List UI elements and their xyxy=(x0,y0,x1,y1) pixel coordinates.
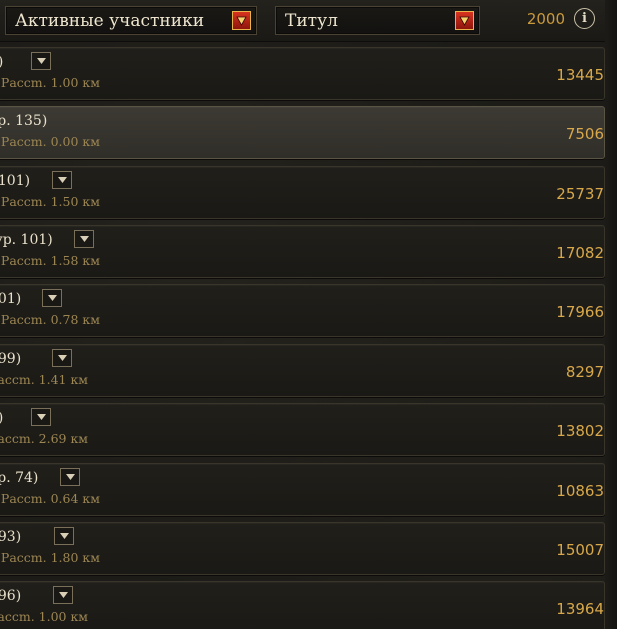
member-name: 6) xyxy=(0,410,3,426)
member-row[interactable]: 6) 1 Рассm. 1.00 км 13445 xyxy=(0,47,605,100)
member-distance: 6 Рассm. 0.64 км xyxy=(0,491,100,506)
member-distance: 1 Рассm. 1.00 км xyxy=(0,75,100,90)
member-name: 6) xyxy=(0,54,3,70)
member-power-value: 17082 xyxy=(556,243,604,262)
member-power: 17966 xyxy=(484,285,604,338)
member-options-chevron-icon[interactable] xyxy=(52,171,72,189)
member-distance: 1 Рассm. 1.80 км xyxy=(0,550,100,565)
member-row[interactable]: . 93) 1 Рассm. 1.80 км 15007 xyxy=(0,522,605,575)
member-distance: 1 Рассm. 1.50 км xyxy=(0,194,100,209)
title-dropdown[interactable]: Титул xyxy=(275,6,480,35)
member-distance: Рассm. 1.00 км xyxy=(0,609,89,624)
member-name: . 96) xyxy=(0,588,22,604)
member-row[interactable]: (ур. 101) 6 Рассm. 1.58 км 17082 xyxy=(0,225,605,278)
member-power: 13964 xyxy=(484,582,604,629)
member-distance: 6 Рассm. 1.58 км xyxy=(0,253,100,268)
member-name: . 101) xyxy=(0,173,31,189)
member-power-value: 13964 xyxy=(556,599,604,618)
member-name: . 93) xyxy=(0,529,22,545)
alliance-members-panel: Активные участники Титул 2000 i 6) 1 Рас… xyxy=(0,0,617,629)
member-distance: 1 Рассm. 0.00 км xyxy=(0,134,100,149)
member-options-chevron-icon[interactable] xyxy=(74,230,94,248)
member-power-value: 8297 xyxy=(565,362,604,381)
member-name: . 99) xyxy=(0,351,22,367)
member-options-chevron-icon[interactable] xyxy=(53,586,73,604)
member-power-value: 15007 xyxy=(556,540,604,559)
member-distance: 5 Рассm. 0.78 км xyxy=(0,312,100,327)
member-power-value: 17966 xyxy=(556,302,604,321)
member-name: (ур. 101) xyxy=(0,232,53,248)
member-options-chevron-icon[interactable] xyxy=(60,468,80,486)
member-row[interactable]: 6) Рассm. 2.69 км 13802 xyxy=(0,403,605,456)
chevron-down-icon[interactable] xyxy=(232,11,251,30)
member-name: ур. 74) xyxy=(0,470,39,486)
member-options-chevron-icon[interactable] xyxy=(31,52,51,70)
member-power-value: 7506 xyxy=(565,124,604,143)
member-options-chevron-icon[interactable] xyxy=(52,349,72,367)
member-name: 101) xyxy=(0,291,22,307)
member-power-value: 25737 xyxy=(556,184,604,203)
member-power: 10863 xyxy=(484,464,604,517)
member-name: ур. 135) xyxy=(0,113,48,129)
member-row[interactable]: . 96) Рассm. 1.00 км 13964 xyxy=(0,581,605,629)
chevron-down-icon[interactable] xyxy=(455,11,474,30)
member-row[interactable]: ур. 74) 6 Рассm. 0.64 км 10863 xyxy=(0,463,605,516)
member-power-value: 13802 xyxy=(556,421,604,440)
member-distance: Рассm. 2.69 км xyxy=(0,431,89,446)
member-power-value: 13445 xyxy=(556,65,604,84)
member-power: 15007 xyxy=(484,523,604,576)
member-options-chevron-icon[interactable] xyxy=(42,289,62,307)
member-power: 13802 xyxy=(484,404,604,457)
member-row[interactable]: . 99) Рассm. 1.41 км 8297 xyxy=(0,344,605,397)
member-power: 13445 xyxy=(484,48,604,101)
member-row-selected[interactable]: ур. 135) 1 Рассm. 0.00 км 7506 xyxy=(0,106,605,159)
member-filter-dropdown[interactable]: Активные участники xyxy=(5,6,257,35)
member-row[interactable]: 101) 5 Рассm. 0.78 км 17966 xyxy=(0,284,605,337)
member-power-value: 10863 xyxy=(556,481,604,500)
member-filter-label: Активные участники xyxy=(15,10,205,31)
panel-right-edge xyxy=(605,0,617,629)
member-options-chevron-icon[interactable] xyxy=(54,527,74,545)
header-bar: Активные участники Титул 2000 i xyxy=(0,0,617,42)
title-dropdown-label: Титул xyxy=(285,10,338,31)
info-icon[interactable]: i xyxy=(574,8,595,29)
member-power: 17082 xyxy=(484,226,604,279)
member-count: 2000 xyxy=(526,10,565,28)
member-row[interactable]: . 101) 1 Рассm. 1.50 км 25737 xyxy=(0,166,605,219)
member-power: 8297 xyxy=(484,345,604,398)
member-power: 25737 xyxy=(484,167,604,220)
member-distance: Рассm. 1.41 км xyxy=(0,372,89,387)
member-power: 7506 xyxy=(484,107,604,160)
member-options-chevron-icon[interactable] xyxy=(31,408,51,426)
